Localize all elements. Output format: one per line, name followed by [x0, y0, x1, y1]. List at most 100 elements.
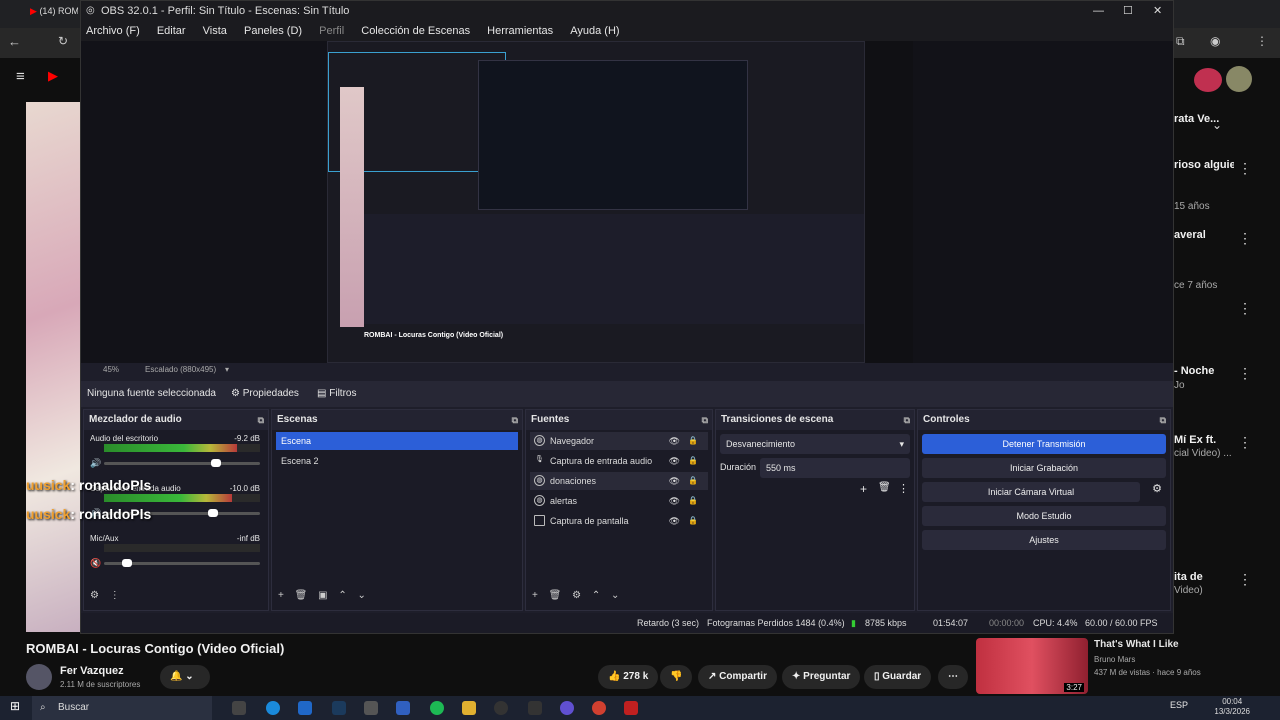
- undock-icon[interactable]: ⧉: [702, 410, 708, 430]
- related-title[interactable]: - Noche: [1174, 365, 1234, 377]
- next-video-thumbnail[interactable]: 3:27: [976, 638, 1088, 694]
- undock-icon[interactable]: ⧉: [258, 410, 264, 430]
- menu-coleccion[interactable]: Colección de Escenas: [361, 25, 470, 37]
- notifications-icon[interactable]: [1194, 68, 1222, 92]
- down-icon[interactable]: ⌄: [611, 590, 619, 601]
- slider-knob[interactable]: [208, 509, 219, 517]
- back-icon[interactable]: ←: [8, 34, 21, 49]
- store-icon[interactable]: [396, 701, 410, 715]
- language-indicator[interactable]: ESP: [1170, 700, 1188, 710]
- eye-icon[interactable]: 👁: [669, 452, 680, 470]
- slider-knob[interactable]: [211, 459, 222, 467]
- eye-icon[interactable]: 👁: [669, 472, 680, 490]
- menu-ayuda[interactable]: Ayuda (H): [570, 25, 619, 37]
- source-item[interactable]: ◍ Navegador 👁 🔒: [530, 432, 708, 450]
- filters-button[interactable]: ▤ Filtros: [317, 381, 356, 407]
- up-icon[interactable]: ⌃: [338, 590, 346, 601]
- virtual-camera-button[interactable]: Iniciar Cámara Virtual: [922, 482, 1140, 502]
- obs-taskbar-icon[interactable]: [494, 701, 508, 715]
- source-item[interactable]: 🎙 Captura de entrada audio 👁 🔒: [530, 452, 708, 470]
- scene-item[interactable]: Escena: [276, 432, 518, 450]
- undock-icon[interactable]: ⧉: [1160, 410, 1166, 430]
- menu-archivo[interactable]: Archivo (F): [86, 25, 140, 37]
- add-icon[interactable]: +: [532, 590, 538, 601]
- source-item[interactable]: ◍ donaciones 👁 🔒: [530, 472, 708, 490]
- minimize-icon[interactable]: —: [1093, 1, 1104, 21]
- next-video-channel[interactable]: Bruno Mars: [1094, 655, 1135, 664]
- taskbar-search[interactable]: ⌕ Buscar: [32, 696, 212, 720]
- app-icon[interactable]: [528, 701, 542, 715]
- outlook-icon[interactable]: [298, 701, 312, 715]
- settings-icon[interactable]: [364, 701, 378, 715]
- youtube-logo-icon[interactable]: ▶: [48, 68, 58, 84]
- duration-input[interactable]: 550 ms: [760, 458, 910, 478]
- windows-start-icon[interactable]: ⊞: [10, 699, 20, 713]
- discord-icon[interactable]: [560, 701, 574, 715]
- menu-editar[interactable]: Editar: [157, 25, 186, 37]
- lock-icon[interactable]: 🔒: [688, 512, 698, 530]
- menu-paneles[interactable]: Paneles (D): [244, 25, 302, 37]
- maximize-icon[interactable]: ☐: [1123, 1, 1133, 21]
- share-button[interactable]: ↗ Compartir: [698, 665, 777, 689]
- gear-icon[interactable]: ⚙: [1152, 482, 1162, 495]
- trash-icon[interactable]: 🗑: [549, 590, 562, 601]
- close-icon[interactable]: ✕: [1153, 1, 1162, 21]
- menu-perfil[interactable]: Perfil: [319, 25, 344, 37]
- ask-button[interactable]: ✦ Preguntar: [782, 665, 861, 689]
- filter-icon[interactable]: ▣: [318, 590, 327, 601]
- transition-select[interactable]: Desvanecimiento ▾: [720, 434, 910, 454]
- more-icon[interactable]: ⋮: [1238, 434, 1252, 451]
- scale-label[interactable]: Escalado (880x495): [145, 363, 216, 377]
- volume-slider[interactable]: [104, 459, 260, 467]
- studio-mode-button[interactable]: Modo Estudio: [922, 506, 1166, 526]
- start-recording-button[interactable]: Iniciar Grabación: [922, 458, 1166, 478]
- avatar[interactable]: [1226, 66, 1252, 92]
- like-button[interactable]: 👍 278 k: [598, 665, 659, 689]
- steam-icon[interactable]: [332, 701, 346, 715]
- save-button[interactable]: ▯ Guardar: [864, 665, 932, 689]
- edge-icon[interactable]: [266, 701, 280, 715]
- subscribe-bell-button[interactable]: 🔔 ⌄: [160, 665, 210, 689]
- more-actions-button[interactable]: ⋯: [938, 665, 968, 689]
- chrome-icon[interactable]: [592, 701, 606, 715]
- more-icon[interactable]: ⋮: [1238, 230, 1252, 247]
- more-icon[interactable]: ⋮: [110, 590, 120, 601]
- eye-icon[interactable]: 👁: [669, 512, 680, 530]
- folder-icon[interactable]: [462, 701, 476, 715]
- trash-icon[interactable]: 🗑: [295, 590, 308, 601]
- lock-icon[interactable]: 🔒: [688, 452, 698, 470]
- profile-icon[interactable]: ◉: [1210, 34, 1220, 48]
- next-video-title[interactable]: That's What I Like: [1094, 639, 1179, 650]
- related-title[interactable]: rioso alguien: [1174, 159, 1234, 171]
- related-title[interactable]: Mí Ex ft.: [1174, 434, 1234, 446]
- up-icon[interactable]: ⌃: [592, 590, 600, 601]
- advanced-audio-icon[interactable]: ⚙: [90, 590, 99, 601]
- channel-avatar[interactable]: [26, 664, 52, 690]
- more-icon[interactable]: ⋮: [1238, 571, 1252, 588]
- speaker-icon[interactable]: 🔊: [90, 458, 101, 469]
- gear-icon[interactable]: ⚙: [572, 590, 581, 601]
- trash-icon[interactable]: 🗑: [878, 482, 891, 493]
- volume-slider[interactable]: [104, 559, 260, 567]
- slider-knob[interactable]: [122, 559, 133, 567]
- stop-streaming-button[interactable]: Detener Transmisión: [922, 434, 1166, 454]
- undock-icon[interactable]: ⧉: [904, 410, 910, 430]
- menu-herramientas[interactable]: Herramientas: [487, 25, 553, 37]
- more-icon[interactable]: ⋮: [1238, 365, 1252, 382]
- lock-icon[interactable]: 🔒: [688, 432, 698, 450]
- channel-name[interactable]: Fer Vazquez: [60, 665, 124, 677]
- dislike-button[interactable]: 👎: [660, 665, 693, 689]
- browser-tab[interactable]: ▶ (14) ROM: [30, 6, 78, 22]
- task-view-icon[interactable]: [232, 701, 246, 715]
- menu-vista[interactable]: Vista: [203, 25, 227, 37]
- add-icon[interactable]: +: [278, 590, 284, 601]
- eye-icon[interactable]: 👁: [669, 492, 680, 510]
- settings-button[interactable]: Ajustes: [922, 530, 1166, 550]
- app-icon[interactable]: [624, 701, 638, 715]
- add-icon[interactable]: +: [860, 482, 867, 496]
- undock-icon[interactable]: ⧉: [512, 410, 518, 430]
- scale-dropdown-icon[interactable]: ▾: [225, 363, 229, 377]
- menu-icon[interactable]: ⋮: [1256, 34, 1268, 48]
- scale-percent[interactable]: 45%: [103, 363, 119, 377]
- lock-icon[interactable]: 🔒: [688, 472, 698, 490]
